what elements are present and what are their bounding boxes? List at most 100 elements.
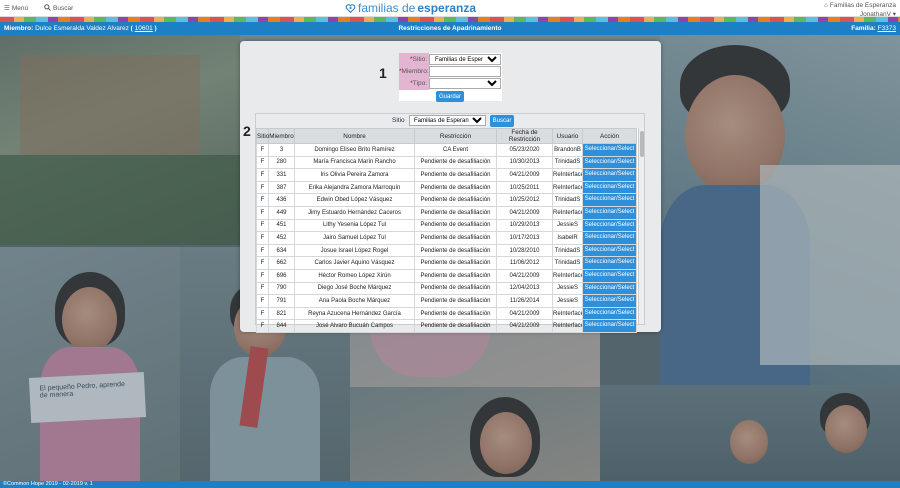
guardar-button[interactable]: Guardar — [436, 91, 464, 102]
select-row-button[interactable]: Seleccionar/Select — [583, 270, 636, 282]
tipo-field-label: *Tipo: — [399, 77, 429, 90]
search-button[interactable]: Buscar — [44, 4, 73, 13]
cell-fecha: 10/29/2013 — [496, 218, 553, 233]
cell-nombre: Iris Olivia Pereira Zamora — [294, 168, 415, 182]
select-row-button[interactable]: Seleccionar/Select — [583, 295, 636, 307]
cell-restriccion: Pendiente de desafiliación — [414, 180, 497, 195]
cell-restriccion: Pendiente de desafiliación — [414, 218, 497, 233]
cell-sitio: F — [256, 168, 269, 182]
footer-bar: ©Common Hope 2019 - 02-2019 v. 1 — [0, 481, 900, 488]
cell-sitio: F — [256, 243, 269, 258]
table-row: F 634 Josue Israel López Rogel Pendiente de… — [256, 243, 637, 258]
select-row-button[interactable]: Seleccionar/Select — [583, 194, 636, 206]
select-row-button[interactable]: Seleccionar/Select — [583, 182, 636, 193]
filter-sitio-select[interactable]: Familias de Esperanza — [409, 115, 486, 126]
org-name: Familias de Esperanza — [829, 2, 896, 9]
col-header-miembro[interactable]: Miembro — [268, 128, 295, 144]
cell-fecha: 10/17/2013 — [496, 231, 553, 245]
cell-sitio: F — [256, 256, 269, 270]
table-row: F 449 Jimy Estuardo Hernández Caceros Pendi… — [256, 205, 637, 220]
select-row-button[interactable]: Seleccionar/Select — [583, 283, 636, 294]
cell-usuario: JessieS — [552, 218, 583, 233]
cell-usuario: ReInterface — [552, 268, 583, 283]
restrictions-table-container: Sitio Familias de Esperanza Buscar Sitio… — [255, 113, 645, 333]
cell-miembro: 436 — [268, 193, 295, 207]
cell-miembro: 449 — [268, 205, 295, 220]
select-row-button[interactable]: Seleccionar/Select — [583, 144, 636, 156]
cell-accion: Seleccionar/Select — [582, 231, 637, 245]
cell-restriccion: Pendiente de desafiliación — [414, 168, 497, 182]
cell-usuario: TrinidadS — [552, 155, 583, 170]
col-header-usuario[interactable]: Usuario — [552, 128, 583, 144]
step-two-label: 2 — [243, 123, 251, 139]
cell-sitio: F — [256, 193, 269, 207]
scrollbar-thumb[interactable] — [640, 131, 644, 157]
step-one-label: 1 — [379, 65, 387, 81]
select-row-button[interactable]: Seleccionar/Select — [583, 169, 636, 181]
select-row-button[interactable]: Seleccionar/Select — [583, 207, 636, 219]
col-header-nombre[interactable]: Nombre — [294, 128, 415, 144]
cell-sitio: F — [256, 294, 269, 308]
restrictions-table: Sitio Miembro Nombre Restricción Fecha d… — [256, 128, 637, 333]
cell-accion: Seleccionar/Select — [582, 319, 637, 333]
cell-miembro: 280 — [268, 155, 295, 170]
cell-accion: Seleccionar/Select — [582, 281, 637, 296]
table-filter-bar: Sitio Familias de Esperanza Buscar — [256, 114, 644, 128]
cell-accion: Seleccionar/Select — [582, 306, 637, 321]
cell-fecha: 10/28/2010 — [496, 243, 553, 258]
col-header-restriccion[interactable]: Restricción — [414, 128, 497, 144]
select-row-button[interactable]: Seleccionar/Select — [583, 245, 636, 256]
family-id-link[interactable]: F3373 — [878, 25, 896, 32]
select-row-button[interactable]: Seleccionar/Select — [583, 257, 636, 269]
tipo-select[interactable] — [429, 78, 501, 89]
cell-accion: Seleccionar/Select — [582, 155, 637, 170]
member-bar: Miembro: Dulce Esmeralda Valdez Alvarez … — [0, 22, 900, 35]
cell-fecha: 04/21/2009 — [496, 205, 553, 220]
cell-accion: Seleccionar/Select — [582, 256, 637, 270]
cell-restriccion: Pendiente de desafiliación — [414, 268, 497, 283]
cell-miembro: 451 — [268, 218, 295, 233]
cell-miembro: 844 — [268, 319, 295, 333]
table-row: F 436 Edwin Obed López Vásquez Pendiente de… — [256, 193, 637, 207]
cell-nombre: Reyna Azucena Hernández García — [294, 306, 415, 321]
select-row-button[interactable]: Seleccionar/Select — [583, 232, 636, 244]
menu-button[interactable]: ☰ Menú — [4, 4, 29, 13]
org-link[interactable]: ⌂ Familias de Esperanza — [824, 1, 896, 10]
select-row-button[interactable]: Seleccionar/Select — [583, 320, 636, 332]
cell-sitio: F — [256, 268, 269, 283]
buscar-button[interactable]: Buscar — [490, 115, 514, 127]
select-row-button[interactable]: Seleccionar/Select — [583, 308, 636, 319]
cell-usuario: ReInterface — [552, 180, 583, 195]
cell-nombre: Carlos Javier Aquino Vásquez — [294, 256, 415, 270]
cell-sitio: F — [256, 319, 269, 333]
cell-restriccion: Pendiente de desafiliación — [414, 155, 497, 170]
select-row-button[interactable]: Seleccionar/Select — [583, 157, 636, 168]
table-row: F 696 Héctor Romeo López Xirún Pendiente de… — [256, 268, 637, 283]
cell-nombre: María Francisca Marín Rancho — [294, 155, 415, 170]
cell-sitio: F — [256, 231, 269, 245]
cell-nombre: Erika Alejandra Zamora Marroquín — [294, 180, 415, 195]
cell-accion: Seleccionar/Select — [582, 193, 637, 207]
menu-label: Menú — [11, 4, 29, 12]
cell-restriccion: Pendiente de desafiliación — [414, 306, 497, 321]
cell-usuario: ReInterface — [552, 205, 583, 220]
cell-restriccion: Pendiente de desafiliación — [414, 319, 497, 333]
sitio-select[interactable]: Familias de Esperanza — [429, 54, 501, 65]
cell-fecha: 04/21/2009 — [496, 268, 553, 283]
cell-nombre: José Alvaro Bucuán Campos — [294, 319, 415, 333]
miembro-input[interactable] — [429, 66, 501, 77]
cell-usuario: TrinidadS — [552, 193, 583, 207]
select-row-button[interactable]: Seleccionar/Select — [583, 220, 636, 231]
cell-restriccion: CA Event — [414, 143, 497, 157]
col-header-sitio[interactable]: Sitio — [256, 128, 269, 144]
cell-restriccion: Pendiente de desafiliación — [414, 205, 497, 220]
col-header-fecha[interactable]: Fecha de Restricción — [496, 128, 553, 144]
heart-logo-icon — [345, 3, 356, 13]
familias-logo[interactable]: familias de esperanza — [345, 1, 476, 15]
cell-miembro: 696 — [268, 268, 295, 283]
cell-nombre: Domingo Eliseo Brito Ramírez — [294, 143, 415, 157]
cell-nombre: Josue Israel López Rogel — [294, 243, 415, 258]
search-label: Buscar — [53, 5, 74, 12]
table-row: F 451 Lithy Yesenia López Tul Pendiente de … — [256, 218, 637, 233]
table-scrollbar[interactable] — [638, 128, 644, 324]
